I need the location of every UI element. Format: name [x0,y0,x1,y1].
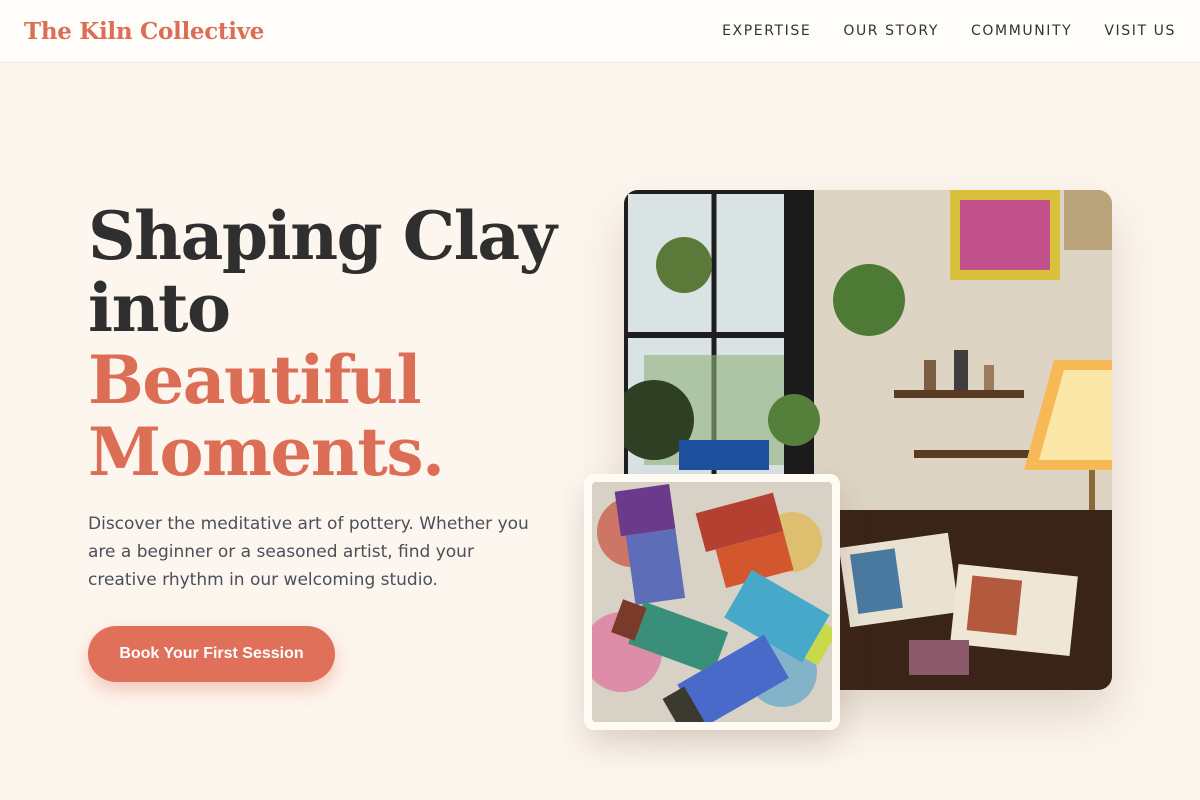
hero-title: Shaping Clay into Beautiful Moments. [88,200,568,488]
nav-item-our-story[interactable]: OUR STORY [843,23,939,39]
book-session-button[interactable]: Book Your First Session [88,626,335,682]
paintbrushes-photo [584,474,840,730]
site-header: The Kiln Collective EXPERTISE OUR STORY … [0,0,1200,63]
paintbrushes-photo-frame [592,482,832,722]
nav-item-visit-us[interactable]: VISIT US [1104,23,1176,39]
hero-title-accent-line-2: Moments. [88,413,445,491]
paintbrushes-illustration [592,482,832,722]
hero-description: Discover the meditative art of pottery. … [88,514,529,590]
brand-logo[interactable]: The Kiln Collective [24,18,264,45]
hero-title-line-1: Shaping Clay [88,197,557,275]
hero-title-accent-line-1: Beautiful [88,341,422,419]
hero-title-line-2: into [88,269,231,347]
nav-item-community[interactable]: COMMUNITY [971,23,1072,39]
main-nav: EXPERTISE OUR STORY COMMUNITY VISIT US [722,23,1176,39]
nav-item-expertise[interactable]: EXPERTISE [722,23,811,39]
